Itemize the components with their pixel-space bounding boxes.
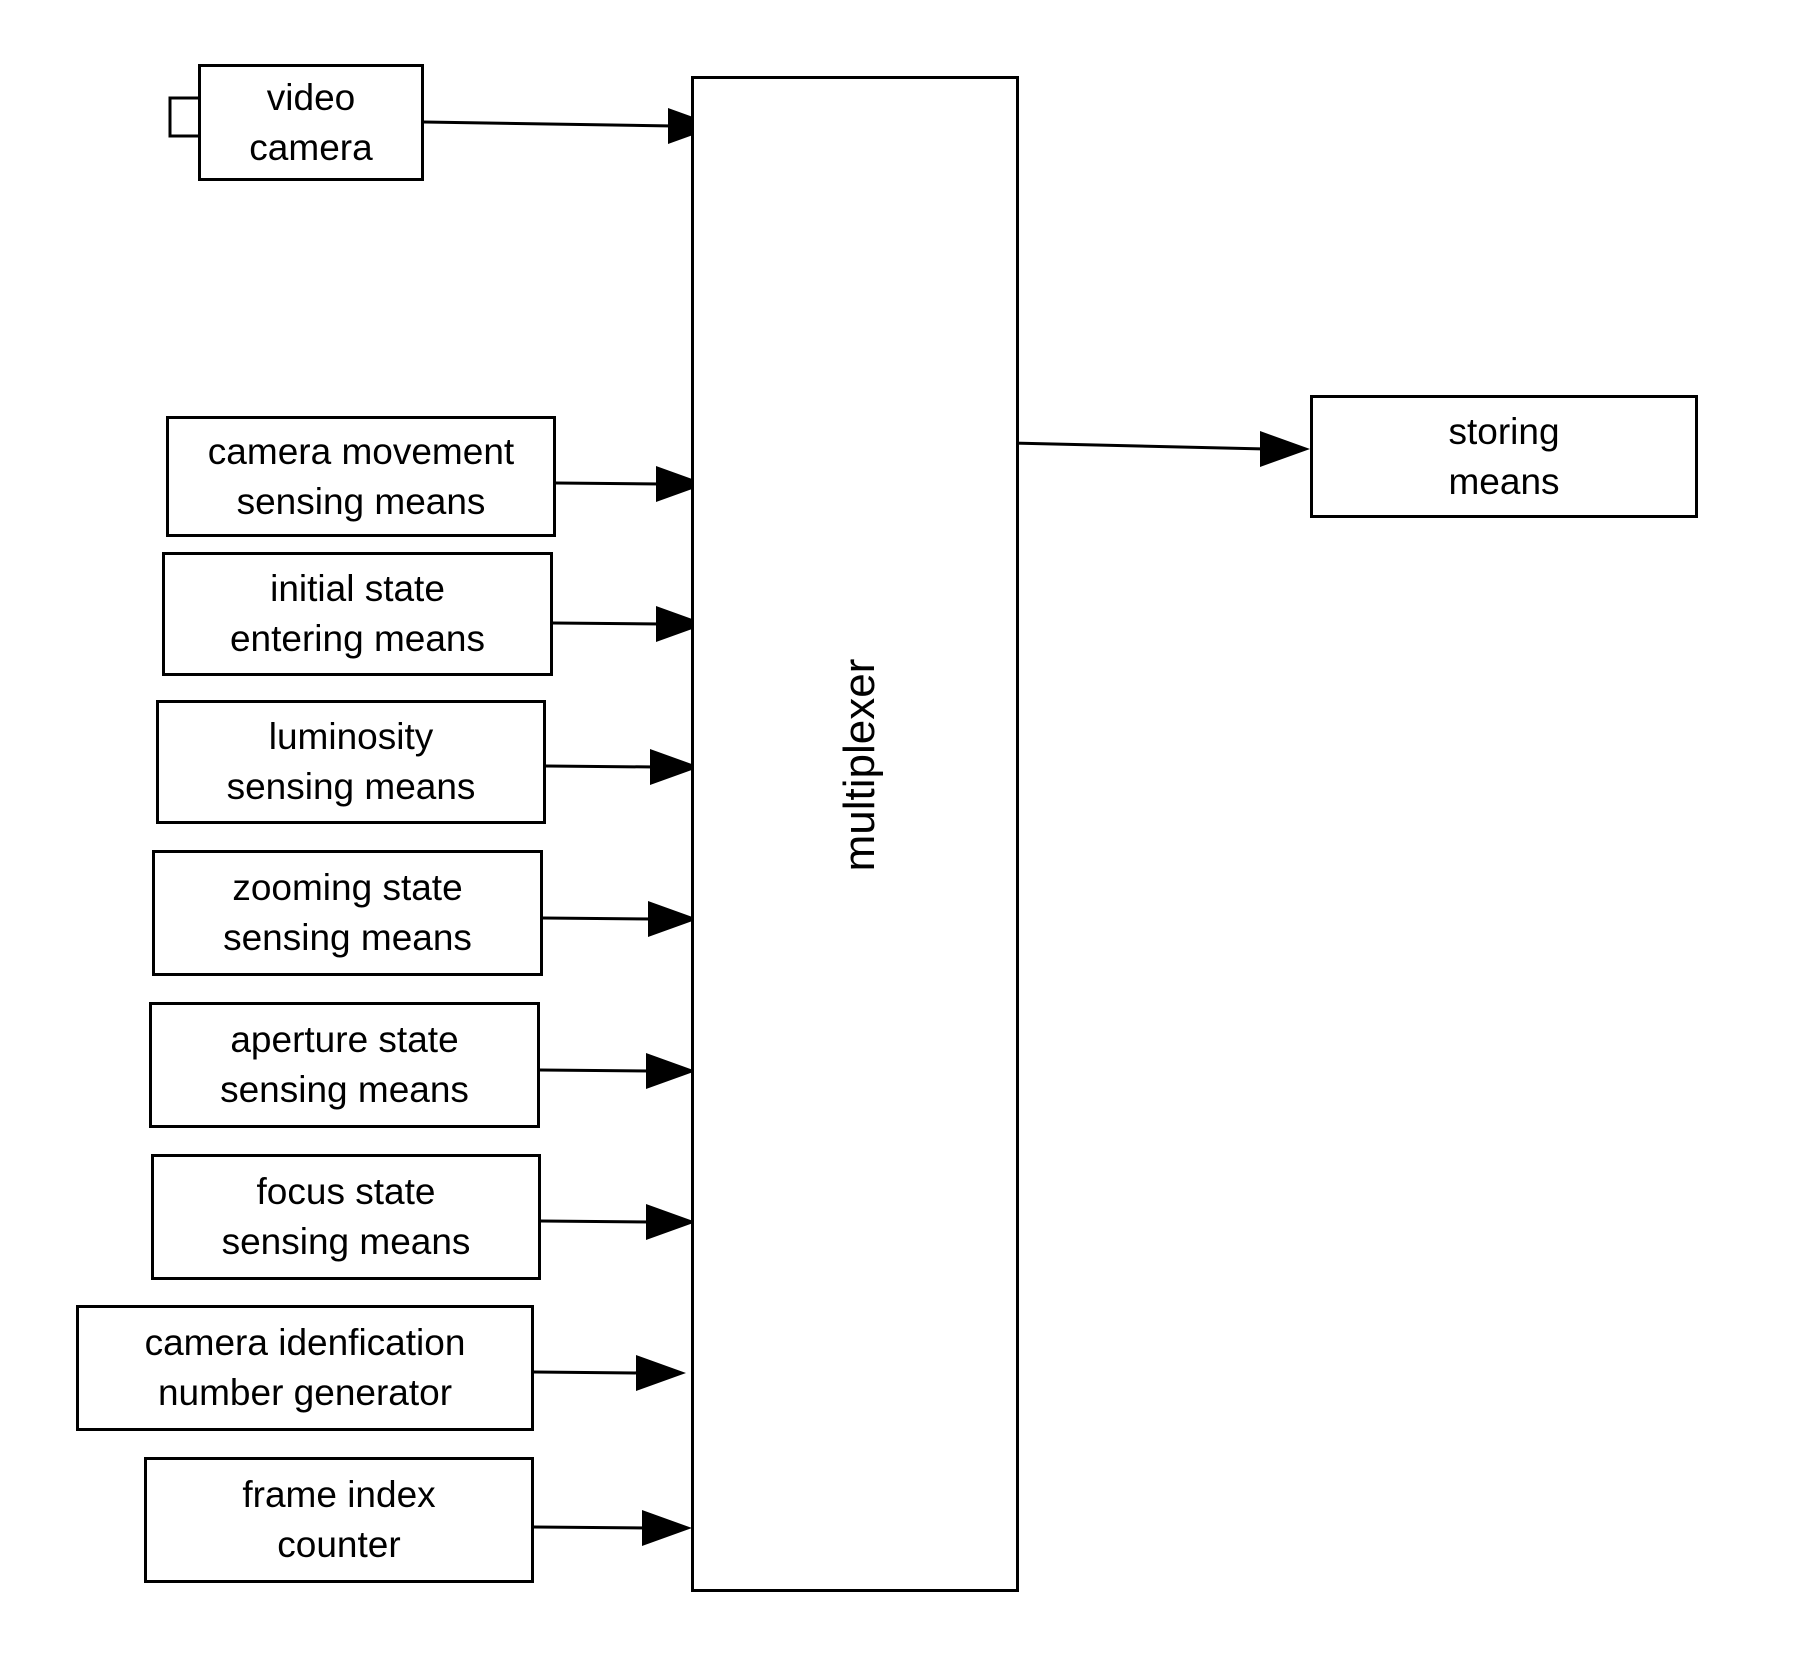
- camera-lens-icon: [168, 96, 202, 138]
- box-line: sensing means: [221, 1221, 471, 1262]
- luminosity-sensing-means-box: luminosity sensing means: [156, 700, 546, 824]
- multiplexer-label: multiplexer: [835, 658, 884, 872]
- box-line: counter: [277, 1524, 401, 1565]
- box-line: luminosity: [268, 716, 434, 757]
- box-line: zooming state: [232, 867, 463, 908]
- box-line: sensing means: [223, 917, 472, 958]
- box-line: camera idenfication: [144, 1322, 466, 1363]
- storing-means-line-2: means: [1448, 460, 1560, 502]
- camera-movement-sensing-means-box: camera movement sensing means: [166, 416, 556, 537]
- focus-state-sensing-means-box: focus state sensing means: [151, 1154, 541, 1280]
- arrow-luminosity-sensing-means: [545, 764, 657, 769]
- zooming-state-sensing-means-box: zooming state sensing means: [152, 850, 543, 976]
- arrowhead-icon: [642, 1510, 692, 1546]
- arrow-camera-idenfication-number-generator: [533, 1370, 643, 1375]
- box-line: sensing means: [236, 480, 486, 522]
- storing-means-box: storing means: [1310, 395, 1698, 518]
- arrow-focus-state-sensing-means: [540, 1219, 653, 1224]
- arrow-initial-state-entering-means: [552, 621, 663, 626]
- frame-index-counter-box: frame index counter: [144, 1457, 534, 1583]
- box-line: initial state: [270, 568, 445, 609]
- arrow-camera-movement-sensing-means: [555, 481, 663, 486]
- initial-state-entering-means-box: initial state entering means: [162, 552, 553, 676]
- video-camera-box: video camera: [198, 64, 424, 181]
- arrow-video-camera: [423, 120, 675, 128]
- aperture-state-sensing-means-box: aperture state sensing means: [149, 1002, 540, 1128]
- arrow-zooming-state-sensing-means: [542, 916, 655, 921]
- arrowhead-icon: [646, 1053, 696, 1089]
- box-line: aperture state: [230, 1019, 459, 1060]
- camera-idenfication-number-generator-box: camera idenfication number generator: [76, 1305, 534, 1431]
- box-line: sensing means: [220, 1069, 469, 1110]
- arrow-frame-index-counter: [533, 1525, 649, 1530]
- arrow-aperture-state-sensing-means: [539, 1068, 653, 1073]
- box-line: number generator: [157, 1372, 453, 1413]
- arrow-storing-means: [1012, 441, 1267, 451]
- arrowhead-icon: [1260, 431, 1310, 467]
- arrowhead-icon: [636, 1355, 686, 1391]
- box-line: sensing means: [226, 766, 476, 807]
- box-line: focus state: [256, 1171, 436, 1212]
- box-line: frame index: [242, 1474, 436, 1515]
- video-camera-line-2: camera: [249, 126, 373, 168]
- video-camera-line-1: video: [266, 76, 356, 118]
- box-line: entering means: [229, 618, 486, 659]
- storing-means-line-1: storing: [1448, 410, 1560, 452]
- box-line: camera movement: [207, 430, 515, 472]
- arrowhead-icon: [646, 1204, 696, 1240]
